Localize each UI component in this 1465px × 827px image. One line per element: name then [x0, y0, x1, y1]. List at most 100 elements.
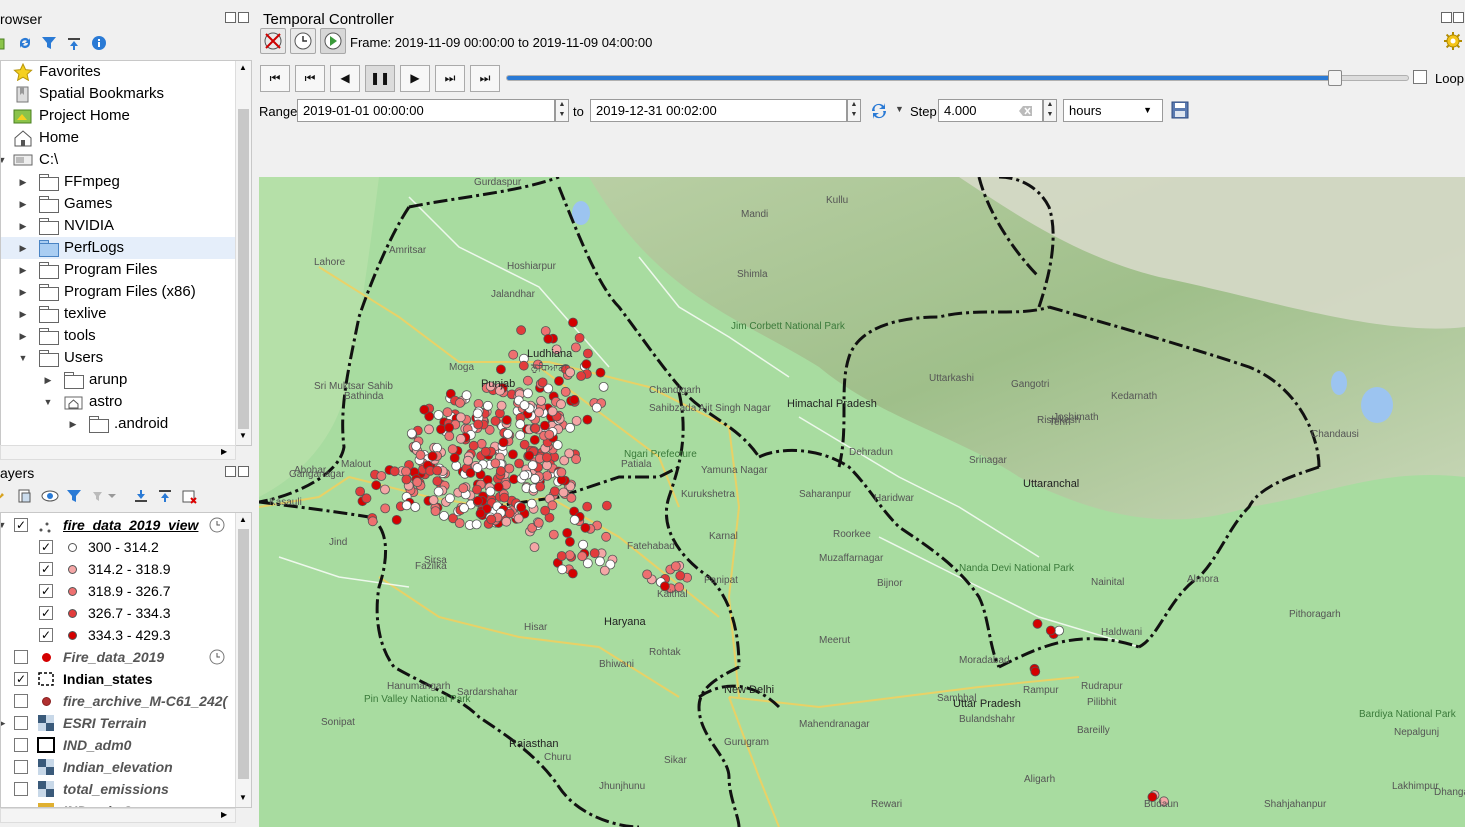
- play-backward-button[interactable]: ◀: [330, 65, 360, 92]
- fire-point[interactable]: [582, 414, 593, 425]
- fire-point[interactable]: [567, 568, 578, 579]
- browser-item-users[interactable]: ▼ Users: [1, 347, 251, 369]
- collapse-all-icon[interactable]: [66, 35, 82, 51]
- fire-point[interactable]: [582, 348, 593, 359]
- class-checkbox[interactable]: ✓: [39, 540, 53, 554]
- save-icon[interactable]: [1171, 101, 1189, 122]
- fire-point[interactable]: [461, 390, 472, 401]
- fire-point[interactable]: [455, 433, 466, 444]
- fire-point[interactable]: [541, 452, 552, 463]
- fire-point[interactable]: [480, 446, 491, 457]
- layer-fire-data-2019-view[interactable]: ▼ ✓ fire_data_2019_view: [1, 514, 251, 536]
- clear-field-icon[interactable]: [1019, 104, 1033, 120]
- layer-checkbox[interactable]: [14, 650, 28, 664]
- refresh-icon[interactable]: [17, 35, 33, 51]
- fire-point[interactable]: [535, 481, 546, 492]
- fire-point[interactable]: [536, 395, 547, 406]
- fire-point[interactable]: [463, 455, 473, 466]
- layer-total-emissions[interactable]: total_emissions: [1, 778, 251, 800]
- fire-point[interactable]: [432, 476, 443, 487]
- fire-point[interactable]: [552, 440, 563, 450]
- fire-point[interactable]: [486, 514, 497, 525]
- fire-point[interactable]: [515, 430, 526, 441]
- fire-point[interactable]: [451, 460, 462, 471]
- fire-point[interactable]: [519, 400, 530, 411]
- legend-item-class-3[interactable]: ✓ 318.9 - 326.7: [1, 580, 251, 602]
- browser-item-android[interactable]: ▶ .android: [1, 413, 251, 435]
- fire-point[interactable]: [507, 449, 518, 460]
- fire-point[interactable]: [537, 377, 548, 388]
- fire-point[interactable]: [485, 486, 496, 497]
- fire-point[interactable]: [380, 484, 390, 495]
- layers-scrollbar[interactable]: ▲ ▼: [235, 513, 251, 807]
- layer-checkbox[interactable]: [14, 760, 28, 774]
- fire-point[interactable]: [515, 419, 526, 430]
- fire-point[interactable]: [675, 570, 686, 581]
- fire-point[interactable]: [444, 422, 455, 433]
- add-selected-icon[interactable]: [0, 35, 10, 51]
- fire-point[interactable]: [371, 480, 382, 491]
- fire-point[interactable]: [419, 404, 430, 415]
- fire-point[interactable]: [436, 424, 446, 435]
- fire-point[interactable]: [498, 437, 509, 448]
- fire-point[interactable]: [468, 440, 479, 451]
- fire-point[interactable]: [473, 495, 483, 506]
- fire-point[interactable]: [581, 359, 592, 370]
- fire-point[interactable]: [1054, 625, 1064, 636]
- fire-point[interactable]: [508, 349, 519, 360]
- scroll-up-icon[interactable]: ▲: [239, 515, 247, 524]
- fire-point[interactable]: [589, 548, 600, 559]
- fire-point[interactable]: [566, 492, 577, 503]
- fire-point[interactable]: [599, 565, 610, 576]
- browser-hscrollbar[interactable]: ▶: [0, 445, 236, 460]
- fire-point[interactable]: [472, 463, 483, 473]
- fire-point[interactable]: [439, 510, 449, 521]
- fire-point[interactable]: [548, 529, 559, 540]
- collapse-arrow-icon[interactable]: ▼: [1, 520, 7, 530]
- scroll-right-icon[interactable]: ▶: [221, 810, 227, 819]
- set-range-refresh-icon[interactable]: [869, 101, 889, 124]
- layer-esri-terrain[interactable]: ▶ ESRI Terrain: [1, 712, 251, 734]
- fixed-range-button[interactable]: [290, 28, 316, 54]
- expand-arrow-icon[interactable]: ▶: [18, 331, 28, 341]
- fire-point[interactable]: [391, 514, 402, 525]
- fire-point[interactable]: [514, 458, 525, 469]
- fire-point[interactable]: [564, 536, 575, 547]
- expand-arrow-icon[interactable]: ▶: [18, 309, 28, 319]
- fire-point[interactable]: [543, 333, 554, 344]
- fire-point[interactable]: [482, 400, 493, 411]
- fire-point[interactable]: [495, 364, 506, 375]
- fire-point[interactable]: [355, 486, 365, 497]
- add-group-icon[interactable]: [17, 488, 33, 504]
- scroll-down-icon[interactable]: ▼: [239, 431, 247, 440]
- fire-point[interactable]: [406, 428, 417, 439]
- fire-point[interactable]: [401, 474, 412, 485]
- browser-item-tools[interactable]: ▶ tools: [1, 325, 251, 347]
- layer-fire-archive[interactable]: fire_archive_M-C61_242(: [1, 690, 251, 712]
- expand-arrow-icon[interactable]: ▶: [18, 243, 28, 253]
- fire-point[interactable]: [565, 422, 576, 433]
- fire-point[interactable]: [472, 408, 483, 419]
- fire-point[interactable]: [502, 428, 513, 439]
- fire-point[interactable]: [598, 381, 609, 392]
- fire-point[interactable]: [533, 517, 544, 528]
- fire-point[interactable]: [547, 406, 558, 417]
- fire-point[interactable]: [526, 498, 537, 509]
- layers-hscrollbar[interactable]: ▶: [0, 808, 236, 823]
- close-panel-icon[interactable]: [1453, 12, 1464, 23]
- fire-point[interactable]: [556, 399, 566, 410]
- range-start-spinner[interactable]: ▲ ▼: [555, 99, 569, 122]
- fire-point[interactable]: [1030, 666, 1041, 677]
- fire-point[interactable]: [557, 564, 568, 575]
- fire-point[interactable]: [513, 513, 524, 524]
- fire-point[interactable]: [472, 484, 482, 495]
- fire-point[interactable]: [594, 556, 605, 567]
- collapse-all-layers-icon[interactable]: [157, 488, 173, 504]
- fire-point[interactable]: [540, 505, 551, 516]
- fire-point[interactable]: [493, 482, 504, 492]
- layer-checkbox[interactable]: [14, 738, 28, 752]
- pause-button[interactable]: ❚❚: [365, 65, 395, 92]
- fire-point[interactable]: [577, 551, 588, 562]
- fire-point[interactable]: [389, 466, 400, 477]
- fire-point[interactable]: [424, 424, 434, 435]
